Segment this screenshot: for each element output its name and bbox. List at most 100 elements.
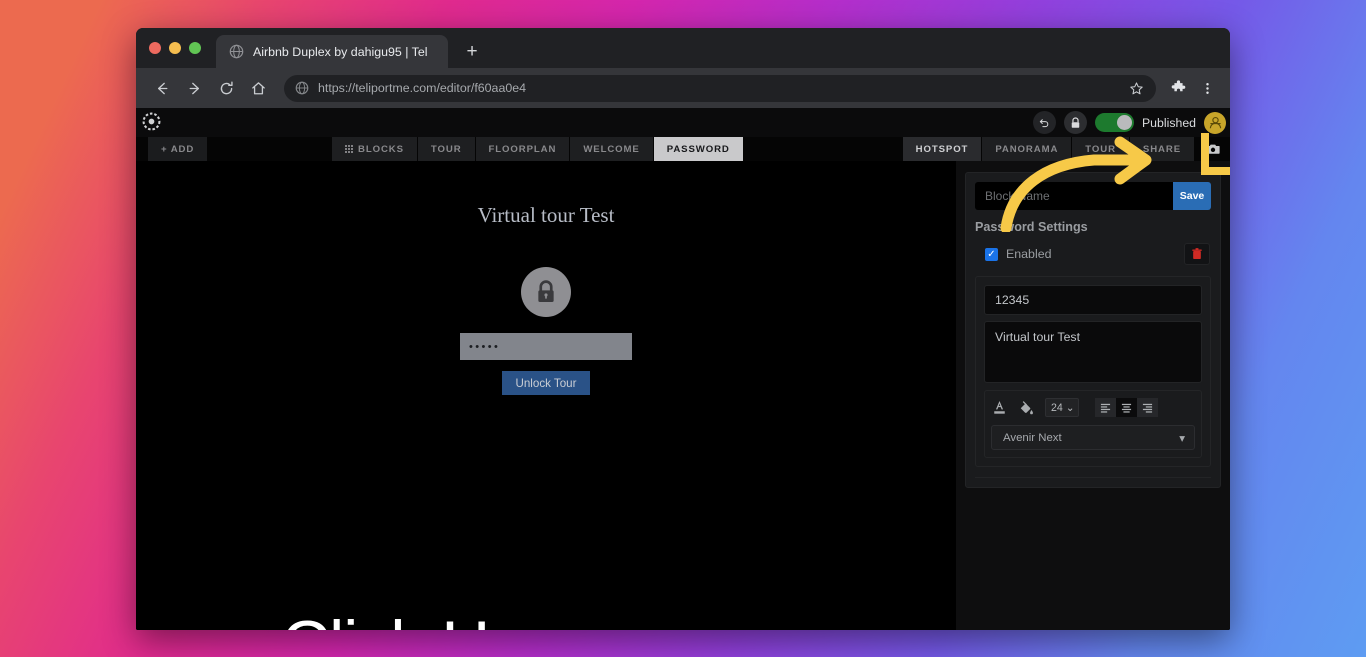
align-center-button[interactable] [1115, 398, 1137, 417]
app-topbar: Published [136, 108, 1230, 137]
user-avatar-icon [1209, 116, 1221, 129]
maximize-window-button[interactable] [189, 42, 201, 54]
click-here-overlay-text: Click Here [281, 611, 586, 630]
extensions-button[interactable] [1165, 75, 1191, 101]
right-tab-group: HOTSPOT PANORAMA TOUR SHARE [902, 137, 1194, 161]
published-label: Published [1141, 115, 1196, 130]
enabled-control[interactable]: ✓ Enabled [975, 247, 1051, 261]
canvas-lock-badge [521, 267, 571, 317]
home-button[interactable] [244, 74, 273, 103]
panel-title: Password Settings [975, 220, 1088, 234]
password-message-textarea[interactable] [984, 321, 1202, 383]
globe-icon [295, 81, 309, 95]
camera-icon [1206, 144, 1220, 154]
block-name-input[interactable] [975, 182, 1173, 210]
tour-preview-canvas: Virtual tour Test ••••• Unlock Tour Clic… [136, 161, 956, 630]
puzzle-piece-icon [1171, 79, 1185, 91]
chevron-down-icon: ▾ [1179, 432, 1185, 445]
url-text: https://teliportme.com/editor/f60aa0e4 [318, 81, 527, 95]
reload-icon [220, 81, 233, 94]
gear-logo-icon[interactable] [142, 112, 161, 131]
browser-tab-strip: Airbnb Duplex by dahigu95 | Tel + [136, 28, 1230, 68]
align-right-icon [1142, 403, 1152, 413]
globe-icon [229, 44, 244, 59]
window-controls [147, 28, 207, 68]
trash-icon [1192, 248, 1202, 259]
password-value-input[interactable] [984, 285, 1202, 315]
align-center-icon [1121, 403, 1131, 413]
block-settings-panel: Save Password Settings ✓ Enabled [956, 161, 1230, 630]
grid-icon [345, 145, 353, 153]
text-color-button[interactable] [991, 398, 1008, 417]
align-left-icon [1100, 403, 1110, 413]
add-block-label: + ADD [161, 143, 195, 155]
tab-floorplan[interactable]: FLOORPLAN [475, 137, 570, 161]
avatar[interactable] [1204, 111, 1226, 134]
tab-hotspot[interactable]: HOTSPOT [902, 137, 982, 161]
close-window-button[interactable] [149, 42, 161, 54]
font-size-select[interactable]: 24 ⌄ [1045, 398, 1079, 417]
fill-color-button[interactable] [1017, 398, 1034, 417]
add-block-button[interactable]: + ADD [148, 137, 208, 161]
browser-address-bar: https://teliportme.com/editor/f60aa0e4 [136, 68, 1230, 108]
format-controls-row: 24 ⌄ [991, 398, 1195, 417]
forward-button[interactable] [180, 74, 209, 103]
text-color-icon [994, 400, 1005, 414]
fill-bucket-icon [1020, 400, 1033, 414]
save-button[interactable]: Save [1173, 182, 1211, 210]
app-tab-row: + ADD BLOCKS TOUR FLOORPLAN WELCOME PASS… [136, 137, 1230, 161]
password-fields-card: 24 ⌄ [975, 276, 1211, 467]
tab-blocks[interactable]: BLOCKS [332, 137, 417, 161]
star-icon[interactable] [1129, 81, 1144, 96]
arrow-left-icon [157, 82, 168, 94]
browser-menu-button[interactable] [1194, 75, 1220, 101]
unlock-tour-button[interactable]: Unlock Tour [502, 371, 590, 395]
text-format-toolbar: 24 ⌄ Avenir Next ▾ [984, 390, 1202, 458]
font-size-value: 24 [1051, 401, 1063, 414]
tab-welcome[interactable]: WELCOME [570, 137, 653, 161]
font-family-value: Avenir Next [1003, 431, 1062, 444]
align-left-button[interactable] [1094, 398, 1116, 417]
password-settings-card: Save Password Settings ✓ Enabled [965, 172, 1221, 488]
toggle-knob [1116, 115, 1132, 130]
browser-tab-title: Airbnb Duplex by dahigu95 | Tel [253, 44, 428, 59]
enabled-label: Enabled [1006, 247, 1052, 261]
published-toggle[interactable] [1094, 113, 1134, 132]
tab-blocks-label: BLOCKS [358, 143, 404, 155]
browser-window: Airbnb Duplex by dahigu95 | Tel + https:… [136, 28, 1230, 630]
new-tab-button[interactable]: + [458, 37, 486, 65]
left-tab-group: + ADD [148, 137, 208, 161]
lock-icon [538, 280, 554, 303]
reload-button[interactable] [212, 74, 241, 103]
chevron-down-icon: ⌄ [1065, 401, 1075, 414]
topbar-right-controls: Published [1032, 108, 1226, 137]
camera-button[interactable] [1200, 137, 1226, 161]
tab-tour-right[interactable]: TOUR [1072, 137, 1129, 161]
delete-block-button[interactable] [1184, 243, 1210, 265]
three-dots-icon [1205, 82, 1209, 94]
font-family-select[interactable]: Avenir Next ▾ [991, 425, 1195, 450]
lock-icon [1071, 116, 1080, 128]
home-icon [252, 81, 265, 94]
tab-tour[interactable]: TOUR [417, 137, 475, 161]
editor-tab-group: BLOCKS TOUR FLOORPLAN WELCOME PASSWORD [332, 137, 743, 161]
block-name-row: Save [975, 182, 1211, 210]
tab-share[interactable]: SHARE [1129, 137, 1194, 161]
canvas-password-input[interactable]: ••••• [460, 333, 632, 360]
teliportme-editor-app: Published + ADD BLOCKS TOUR FLOORPLAN WE… [136, 108, 1230, 630]
back-button[interactable] [148, 74, 177, 103]
undo-button[interactable] [1032, 111, 1056, 134]
panel-divider [975, 477, 1211, 478]
browser-tab[interactable]: Airbnb Duplex by dahigu95 | Tel [216, 35, 448, 68]
align-right-button[interactable] [1136, 398, 1158, 417]
minimize-window-button[interactable] [169, 42, 181, 54]
lock-toggle-button[interactable] [1063, 111, 1087, 134]
alignment-group [1094, 398, 1158, 417]
tab-panorama[interactable]: PANORAMA [982, 137, 1072, 161]
enabled-checkbox[interactable]: ✓ [985, 247, 998, 261]
url-bar[interactable]: https://teliportme.com/editor/f60aa0e4 [284, 74, 1156, 102]
undo-icon [1039, 119, 1049, 128]
enabled-row: ✓ Enabled [975, 243, 1211, 265]
tab-password[interactable]: PASSWORD [653, 137, 743, 161]
canvas-tour-title: Virtual tour Test [477, 203, 615, 227]
